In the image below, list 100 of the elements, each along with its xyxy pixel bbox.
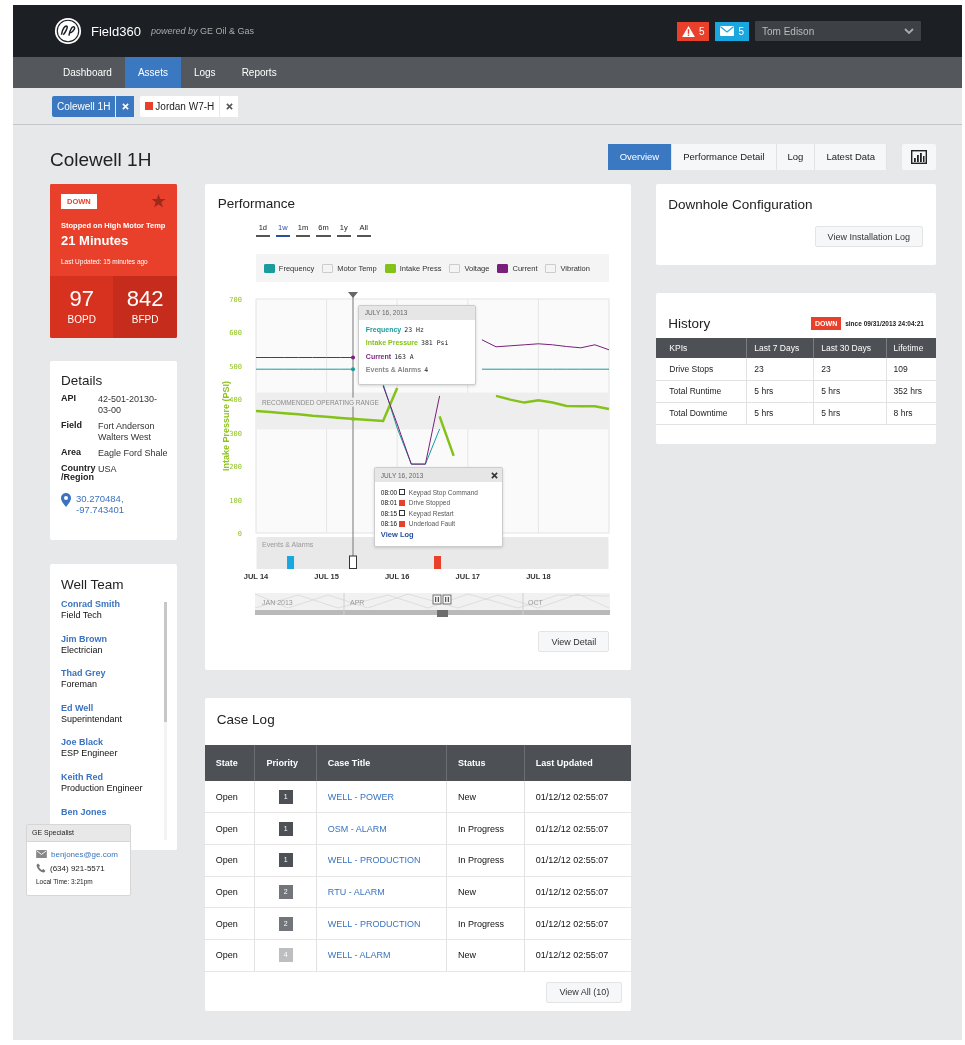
page-title: Colewell 1H (50, 147, 153, 171)
case-link[interactable]: WELL - POWER (327, 791, 394, 802)
table-cell: 01/12/12 02:55:07 (524, 812, 632, 845)
table-cell: Open (204, 781, 255, 813)
coordinates-link[interactable]: 30.270484, -97.743401 (76, 493, 136, 515)
view-all-button[interactable]: View All (10) (546, 981, 623, 1003)
close-icon (225, 102, 233, 110)
nav-tab[interactable]: Dashboard (50, 57, 125, 88)
email-link[interactable]: benjones@ge.com (51, 849, 118, 859)
nav-tab[interactable]: Assets (124, 57, 181, 88)
nav-tab[interactable]: Logs (180, 57, 229, 88)
table-cell: New (446, 939, 525, 972)
card-title: History (668, 315, 712, 331)
field-value: Fort Anderson Walters West (98, 421, 156, 443)
logo-icon (54, 17, 82, 45)
navigator-drawing[interactable] (254, 592, 610, 617)
phone-icon (36, 863, 46, 873)
user-menu[interactable]: Tom Edison (755, 21, 921, 41)
case-link[interactable]: WELL - ALARM (327, 950, 391, 961)
member-name[interactable]: Joe Black (61, 737, 166, 749)
table-cell: 01/12/12 02:55:07 (524, 876, 632, 908)
table-cell: 5 hrs (813, 402, 887, 424)
member-role: ESP Engineer (61, 748, 119, 760)
table-cell: Open (204, 876, 255, 908)
view-tab[interactable]: Log (776, 143, 816, 170)
table-cell: In Progress (446, 907, 525, 940)
column-header: KPIs (656, 338, 747, 358)
member-name[interactable]: Keith Red (61, 771, 166, 783)
metric-unit: BOPD (66, 314, 97, 325)
table-cell: Open (204, 907, 255, 940)
card-title: Case Log (215, 712, 276, 729)
table-cell: 01/12/12 02:55:07 (524, 781, 632, 813)
mail-icon (720, 26, 735, 36)
asset-tab[interactable]: Colewell 1H (52, 95, 116, 117)
alerts-button[interactable]: 5 (676, 21, 710, 41)
scrollbar[interactable] (163, 602, 167, 840)
column-header: Last Updated (524, 745, 632, 781)
asset-tab[interactable]: Jordan W7-H (140, 95, 220, 117)
table-cell: 5 hrs (746, 380, 814, 402)
card-title: Well Team (61, 577, 125, 592)
view-tab[interactable]: Performance Detail (672, 143, 777, 170)
case-link[interactable]: OSM - ALARM (327, 823, 387, 834)
column-header: Case Title (316, 745, 447, 781)
view-installation-log-button[interactable]: View Installation Log (814, 226, 923, 247)
case-link[interactable]: WELL - PRODUCTION (327, 918, 421, 929)
close-button[interactable] (490, 471, 498, 479)
table-cell: 23 (813, 358, 887, 380)
view-tab[interactable]: Latest Data (815, 143, 887, 170)
table-cell: 5 hrs (746, 402, 814, 424)
star-icon (150, 194, 166, 208)
field-label: API (61, 394, 77, 405)
table-cell: 01/12/12 02:55:07 (524, 844, 632, 877)
nav-tab[interactable]: Reports (228, 57, 290, 88)
member-role: Superintendant (61, 713, 124, 725)
member-name[interactable]: Ed Well (61, 702, 166, 714)
column-header: State (204, 745, 255, 781)
metric-unit: BFPD (130, 314, 160, 325)
member-name[interactable]: Ben Jones (61, 806, 166, 818)
column-header: Last 7 Days (746, 338, 814, 358)
close-button[interactable] (116, 95, 135, 117)
close-icon (121, 102, 129, 110)
phone-number: (634) 921-5571 (50, 863, 105, 873)
legend-swatch[interactable] (263, 263, 275, 273)
view-tab[interactable]: Overview (607, 143, 673, 170)
table-cell: 352 hrs (886, 380, 936, 402)
tagline: powered by GE Oil & Gas (150, 26, 254, 36)
bar-chart-icon (911, 149, 927, 164)
close-button[interactable] (220, 95, 239, 117)
column-header: Status (446, 745, 525, 781)
table-cell: Open (204, 812, 255, 845)
scrollbar-thumb[interactable] (163, 602, 167, 722)
legend-swatch[interactable] (384, 263, 396, 273)
table-cell: In Progress (446, 812, 525, 845)
case-link[interactable]: WELL - PRODUCTION (327, 855, 421, 866)
field-label: Country /Region (61, 464, 97, 482)
table-cell: New (446, 876, 525, 908)
close-icon (490, 471, 498, 479)
chart-button[interactable] (902, 143, 936, 170)
field-value: Eagle Ford Shale (98, 448, 169, 459)
member-role: Electrician (61, 644, 104, 656)
card-title: Details (61, 373, 104, 388)
table-cell: 23 (746, 358, 814, 380)
table-cell: Drive Stops (656, 358, 747, 380)
case-link[interactable]: RTU - ALARM (327, 886, 385, 897)
table-cell: 109 (886, 358, 936, 380)
member-role: Production Engineer (61, 782, 144, 794)
field-label: Area (61, 448, 82, 459)
legend-swatch[interactable] (497, 263, 509, 273)
table-cell: Open (204, 844, 255, 877)
event-marker[interactable] (286, 556, 294, 569)
location-pin-icon (61, 493, 71, 507)
messages-button[interactable]: 5 (715, 21, 749, 41)
member-name[interactable]: Conrad Smith (61, 599, 166, 610)
member-name[interactable]: Jim Brown (61, 633, 166, 645)
table-cell: 8 hrs (886, 402, 936, 424)
table-cell: 01/12/12 02:55:07 (524, 907, 632, 940)
table-cell: 01/12/12 02:55:07 (524, 939, 632, 972)
view-detail-button[interactable]: View Detail (538, 631, 610, 652)
member-name[interactable]: Thad Grey (61, 668, 166, 680)
event-marker[interactable] (433, 556, 441, 569)
